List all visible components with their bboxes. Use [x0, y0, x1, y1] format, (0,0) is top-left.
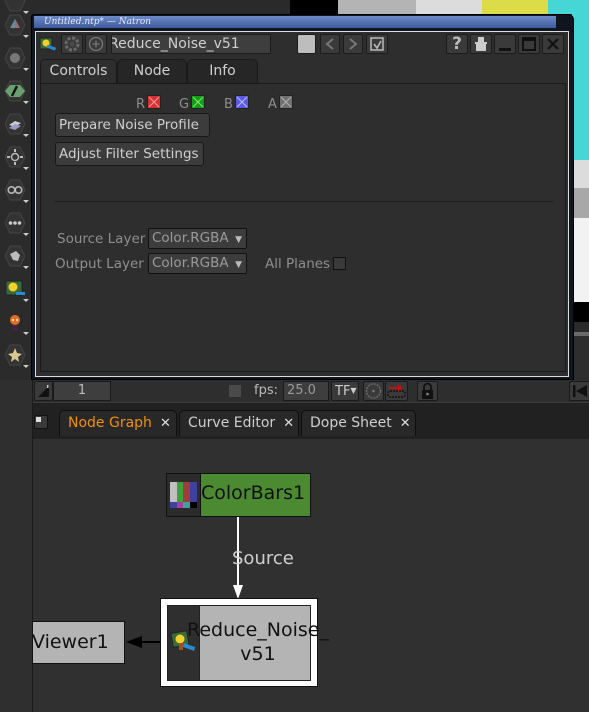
minimize-button[interactable] — [494, 34, 516, 54]
all-planes-label: All Planes — [265, 256, 331, 272]
node-viewer1[interactable]: Viewer1 — [32, 621, 125, 664]
output-layer-label: Output Layer — [55, 256, 144, 272]
close-panel-button[interactable] — [542, 34, 564, 54]
node-color-button[interactable] — [297, 34, 316, 54]
go-to-start-button[interactable] — [569, 381, 589, 401]
playback-bar: 1 fps: 25.0 TF▼ — [33, 380, 589, 403]
lock-button[interactable] — [417, 381, 438, 401]
source-layer-label: Source Layer — [57, 231, 146, 247]
colorbar-segment — [548, 0, 589, 14]
colorbar-segment — [482, 0, 548, 14]
tab-curve-editor[interactable]: Curve Editor ✕ — [179, 410, 299, 436]
set-in-point-button[interactable] — [34, 381, 53, 401]
views-tool-icon[interactable] — [4, 179, 29, 203]
viewer-image-segment — [572, 218, 589, 302]
viewer-image-segment — [572, 14, 589, 160]
edge-arrow-icon — [233, 585, 243, 599]
adjust-filter-settings-button[interactable]: Adjust Filter Settings — [55, 142, 204, 166]
node-label: ColorBars1 — [201, 482, 306, 504]
chevron-down-icon: ▼ — [235, 235, 242, 245]
gmic-tool-icon[interactable] — [4, 245, 29, 269]
undo-button[interactable] — [320, 34, 340, 54]
floating-window: Untitled.ntp* — Natron ✕ Reduce_Noise_v5… — [31, 14, 574, 380]
colorbar-segment — [338, 0, 416, 14]
plugin-tool-icon[interactable] — [4, 278, 29, 302]
edge-label-source: Source — [232, 548, 294, 569]
channel-a[interactable]: A — [268, 95, 293, 112]
playback-mode-button[interactable] — [363, 381, 384, 401]
all-planes-checkbox[interactable] — [333, 257, 346, 270]
node-plugin-icon — [38, 34, 58, 54]
help-button[interactable]: ? — [446, 34, 468, 54]
viewer-image-segment — [572, 336, 589, 380]
redo-button[interactable] — [343, 34, 363, 54]
merge-tool-icon[interactable] — [4, 113, 29, 137]
edge-arrow-icon — [126, 636, 142, 648]
add-button[interactable] — [85, 34, 107, 54]
controls-tab-content: R G B A Prepare Noise Profile Adjust Fil… — [40, 83, 566, 372]
channel-g[interactable]: G — [179, 95, 206, 112]
output-layer-dropdown[interactable]: Color.RGBA ▼ — [148, 253, 247, 274]
source-layer-dropdown[interactable]: Color.RGBA ▼ — [148, 228, 247, 249]
extra-tool-icon[interactable] — [4, 344, 29, 368]
close-tab-icon[interactable]: ✕ — [283, 416, 294, 431]
viewer-colorbars-image — [290, 0, 589, 14]
tab-node[interactable]: Node — [117, 59, 187, 83]
channel-b[interactable]: B — [224, 95, 249, 112]
node-reduce-noise-v51[interactable]: Reduce_Noise_ v51 — [160, 598, 329, 687]
image-tool-icon[interactable] — [4, 0, 29, 14]
chevron-down-icon: ▼ — [235, 260, 242, 270]
other-tool-icon[interactable] — [4, 212, 29, 236]
window-close-icon[interactable]: ✕ — [559, 16, 571, 28]
window-title[interactable]: Untitled.ntp* — Natron — [34, 16, 556, 28]
paint-tool-icon[interactable] — [4, 80, 29, 104]
settings-gear-button[interactable] — [61, 34, 83, 54]
close-tab-icon[interactable]: ✕ — [160, 416, 171, 431]
float-button[interactable] — [518, 34, 540, 54]
node-label: Reduce_Noise_ v51 — [187, 619, 329, 665]
checkbox-r-icon[interactable] — [147, 95, 162, 109]
tab-dope-sheet[interactable]: Dope Sheet ✕ — [301, 410, 416, 436]
node-graph-canvas[interactable]: Source ColorBars1 Reduce_Noise_ v51 View… — [32, 439, 589, 712]
color-tool-icon[interactable] — [4, 14, 29, 38]
node-name-field[interactable]: Reduce_Noise_v51 — [111, 34, 271, 54]
separator — [55, 201, 553, 202]
close-tab-icon[interactable]: ✕ — [400, 416, 411, 431]
hide-unmodified-button[interactable] — [470, 34, 492, 54]
channel-tool-icon[interactable] — [4, 47, 29, 71]
tab-info[interactable]: Info — [187, 59, 258, 83]
node-colorbars1[interactable]: ColorBars1 — [166, 473, 311, 517]
checkbox-a-icon[interactable] — [278, 95, 293, 109]
natron-mascot-icon[interactable] — [4, 311, 29, 335]
tool-sidebar — [0, 0, 30, 380]
prepare-noise-profile-button[interactable]: Prepare Noise Profile — [55, 113, 210, 137]
fps-label: fps: — [254, 383, 278, 398]
viewer-image-segment — [572, 302, 589, 322]
current-frame-field[interactable]: 1 — [53, 381, 111, 401]
left-edge — [0, 380, 33, 712]
bottom-tab-bar: Node Graph ✕ Curve Editor ✕ Dope Sheet ✕ — [33, 403, 589, 439]
colorbar-segment — [290, 0, 338, 14]
turbo-mode-dropdown[interactable]: TF▼ — [331, 381, 359, 401]
viewer-image-strip — [572, 14, 589, 380]
chevron-down-icon: ▼ — [350, 386, 357, 395]
fps-field[interactable]: 25.0 — [283, 381, 329, 401]
viewer-image-segment — [572, 160, 589, 188]
checkbox-b-icon[interactable] — [234, 95, 249, 109]
channel-r[interactable]: R — [136, 95, 162, 112]
viewer-image-segment — [572, 188, 589, 218]
node-label: Viewer1 — [32, 631, 109, 653]
loop-mode-button[interactable] — [385, 381, 408, 401]
transform-tool-icon[interactable] — [4, 146, 29, 170]
checkbox-g-icon[interactable] — [191, 95, 206, 109]
colorbar-segment — [416, 0, 482, 14]
pane-menu-button[interactable] — [34, 415, 48, 429]
tab-controls[interactable]: Controls — [40, 59, 117, 84]
restore-defaults-button[interactable] — [366, 34, 388, 54]
tab-node-graph[interactable]: Node Graph ✕ — [59, 410, 177, 436]
properties-panel: Reduce_Noise_v51 ? Controls Node Info R … — [35, 31, 569, 377]
fps-toggle-checkbox[interactable] — [229, 385, 241, 397]
colorbars-plugin-icon — [167, 474, 201, 516]
viewer-image-segment — [572, 322, 589, 332]
